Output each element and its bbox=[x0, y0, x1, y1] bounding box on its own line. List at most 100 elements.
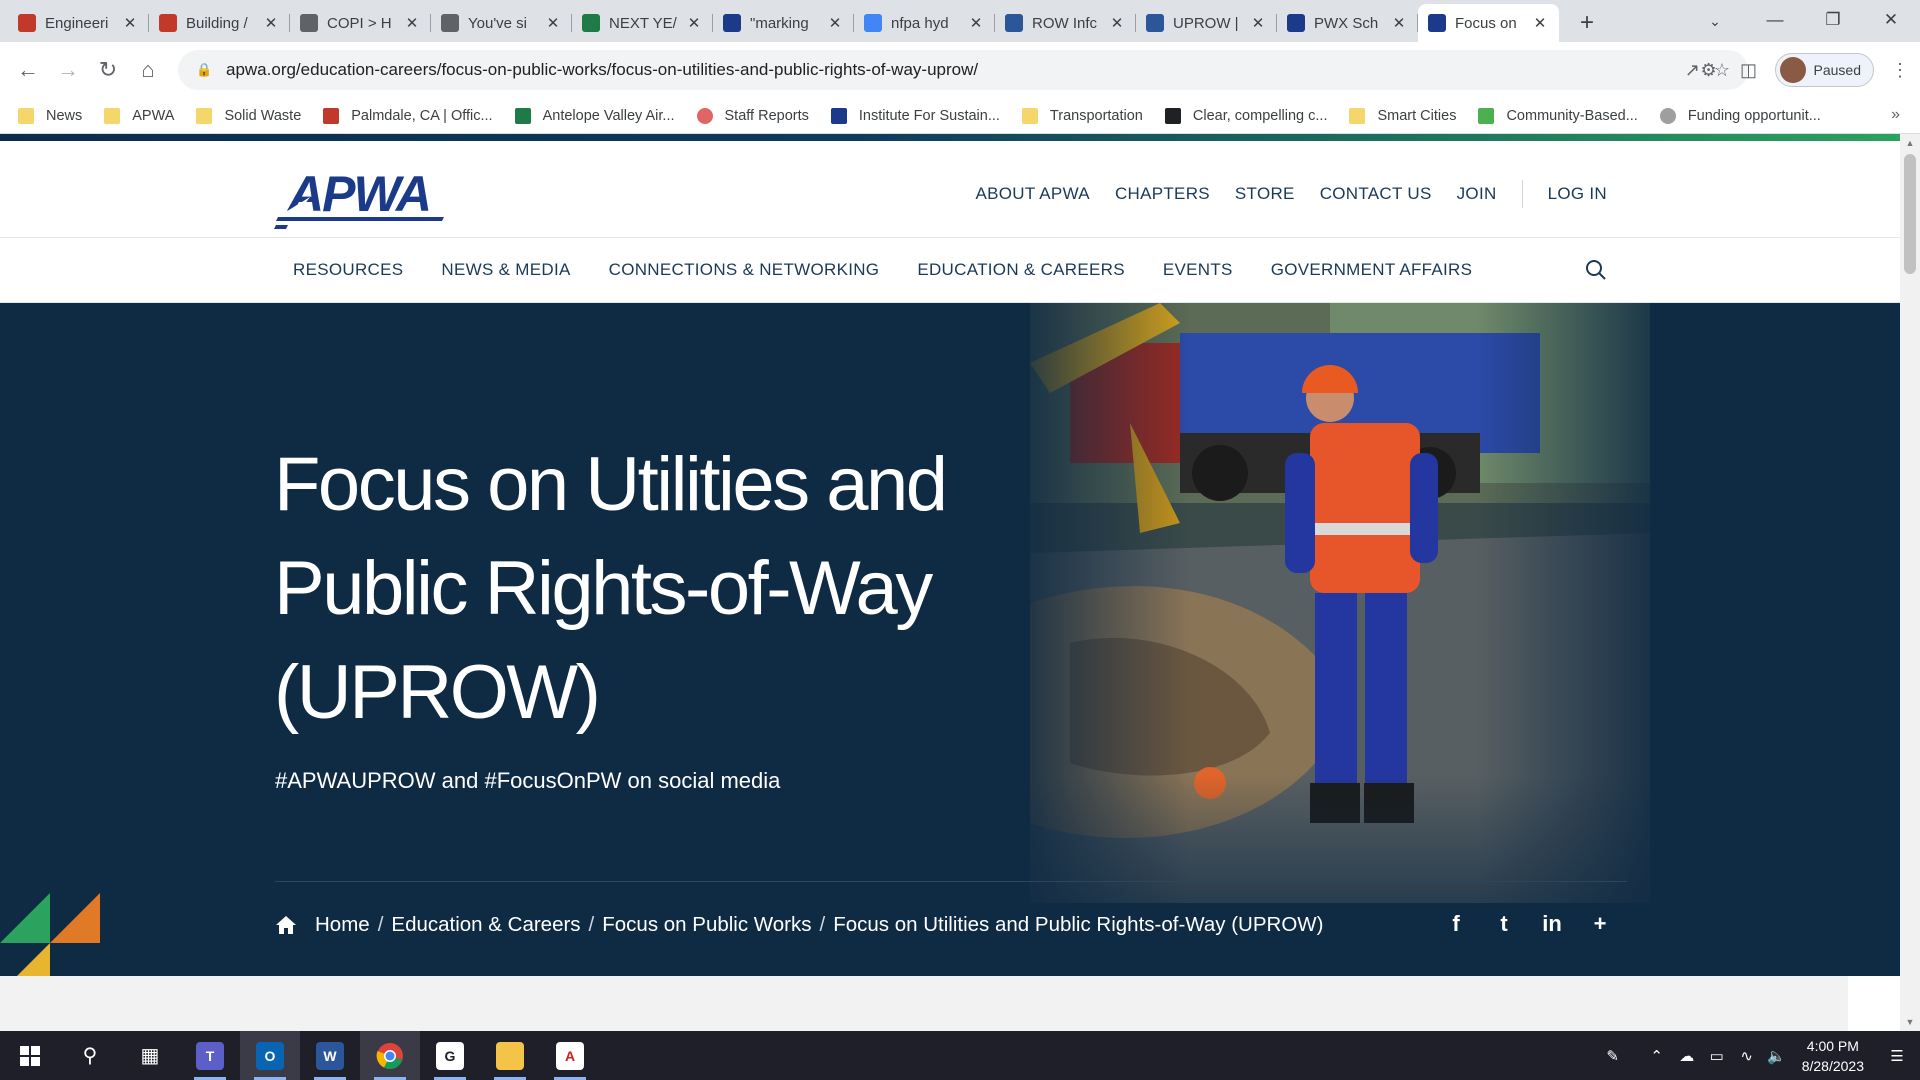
browser-tab[interactable]: COPI > H ✕ bbox=[290, 4, 431, 42]
browser-tab[interactable]: "marking ✕ bbox=[713, 4, 854, 42]
breadcrumb-focus-on-public-works[interactable]: Focus on Public Works bbox=[602, 913, 811, 937]
profile-button[interactable]: Paused bbox=[1774, 53, 1874, 87]
outlook-app[interactable]: O bbox=[240, 1031, 300, 1080]
scroll-down-arrow-icon[interactable]: ▼ bbox=[1900, 1017, 1920, 1027]
chevron-up-icon[interactable]: ⌃ bbox=[1642, 1047, 1672, 1065]
tab-close-icon[interactable]: ✕ bbox=[826, 14, 844, 32]
tab-title: COPI > H bbox=[327, 14, 392, 32]
apwa-logo[interactable]: APWA bbox=[274, 166, 448, 234]
taskbar-search-icon[interactable]: ⚲ bbox=[60, 1031, 120, 1080]
start-button[interactable] bbox=[0, 1031, 60, 1080]
word-app[interactable]: W bbox=[300, 1031, 360, 1080]
battery-icon[interactable]: ▭ bbox=[1702, 1047, 1732, 1065]
volume-icon[interactable]: 🔈 bbox=[1762, 1047, 1792, 1065]
tab-close-icon[interactable]: ✕ bbox=[262, 14, 280, 32]
bookmark-item[interactable]: APWA bbox=[104, 107, 174, 124]
tab-close-icon[interactable]: ✕ bbox=[1249, 14, 1267, 32]
bookmark-item[interactable]: Institute For Sustain... bbox=[830, 107, 1000, 124]
clock[interactable]: 4:00 PM 8/28/2023 bbox=[1802, 1036, 1864, 1076]
bookmark-item[interactable]: News bbox=[18, 107, 82, 124]
nav-news-media[interactable]: NEWS & MEDIA bbox=[441, 260, 570, 280]
minimize-button[interactable]: — bbox=[1746, 0, 1804, 40]
pen-icon[interactable]: ✎ bbox=[1598, 1047, 1628, 1065]
browser-tab[interactable]: Focus on ✕ bbox=[1418, 4, 1559, 42]
forward-button[interactable]: → bbox=[48, 50, 88, 90]
tab-close-icon[interactable]: ✕ bbox=[544, 14, 562, 32]
nav-education-careers[interactable]: EDUCATION & CAREERS bbox=[917, 260, 1125, 280]
browser-tab[interactable]: You've si ✕ bbox=[431, 4, 572, 42]
side-panel-icon[interactable]: ◫ bbox=[1729, 50, 1769, 90]
file-explorer-app[interactable] bbox=[480, 1031, 540, 1080]
nav-government-affairs[interactable]: GOVERNMENT AFFAIRS bbox=[1271, 260, 1473, 280]
bookmark-item[interactable]: Smart Cities bbox=[1349, 107, 1456, 124]
bookmark-item[interactable]: Antelope Valley Air... bbox=[514, 107, 675, 124]
menu-kebab-icon[interactable]: ⋮ bbox=[1880, 50, 1920, 90]
bookmark-item[interactable]: Palmdale, CA | Offic... bbox=[323, 107, 493, 124]
bookmark-item[interactable]: Funding opportunit... bbox=[1659, 107, 1821, 124]
nav-connections-networking[interactable]: CONNECTIONS & NETWORKING bbox=[609, 260, 880, 280]
browser-tab[interactable]: NEXT YE/ ✕ bbox=[572, 4, 713, 42]
close-window-button[interactable]: ✕ bbox=[1862, 0, 1920, 40]
twitter-icon[interactable]: t bbox=[1493, 911, 1515, 937]
onedrive-icon[interactable]: ☁ bbox=[1672, 1047, 1702, 1065]
more-share-icon[interactable]: + bbox=[1589, 911, 1611, 937]
more-bookmarks-icon[interactable]: » bbox=[1891, 106, 1900, 124]
reload-button[interactable]: ↻ bbox=[88, 50, 128, 90]
home-icon[interactable] bbox=[275, 915, 297, 935]
browser-tab[interactable]: ROW Infc ✕ bbox=[995, 4, 1136, 42]
tab-close-icon[interactable]: ✕ bbox=[403, 14, 421, 32]
tab-close-icon[interactable]: ✕ bbox=[121, 14, 139, 32]
nav-contact-us[interactable]: CONTACT US bbox=[1320, 184, 1432, 204]
bookmark-item[interactable]: Clear, compelling c... bbox=[1164, 107, 1327, 124]
page-viewport: APWA ABOUT APWA CHAPTERS STORE CONTACT U… bbox=[0, 134, 1920, 1031]
bookmark-item[interactable]: Solid Waste bbox=[196, 107, 301, 124]
task-view-icon[interactable]: ▦ bbox=[120, 1031, 180, 1080]
new-tab-button[interactable]: + bbox=[1569, 4, 1605, 42]
page-scrollbar[interactable]: ▲ ▼ bbox=[1900, 134, 1920, 1031]
restore-button[interactable]: ❐ bbox=[1804, 0, 1862, 40]
breadcrumb-home[interactable]: Home bbox=[315, 913, 370, 937]
bookmark-item[interactable]: Staff Reports bbox=[696, 107, 809, 124]
search-icon[interactable] bbox=[1584, 258, 1608, 282]
login-link[interactable]: LOG IN bbox=[1548, 184, 1607, 204]
facebook-icon[interactable]: f bbox=[1445, 911, 1467, 937]
top-accent-bar bbox=[0, 134, 1900, 141]
browser-tab[interactable]: PWX Sch ✕ bbox=[1277, 4, 1418, 42]
breadcrumb-separator: / bbox=[588, 913, 595, 936]
browser-tab[interactable]: nfpa hyd ✕ bbox=[854, 4, 995, 42]
tab-close-icon[interactable]: ✕ bbox=[1108, 14, 1126, 32]
bookmark-item[interactable]: Transportation bbox=[1021, 107, 1143, 124]
home-button[interactable]: ⌂ bbox=[128, 50, 168, 90]
nav-chapters[interactable]: CHAPTERS bbox=[1115, 184, 1210, 204]
scroll-up-arrow-icon[interactable]: ▲ bbox=[1900, 138, 1920, 148]
tab-title: Focus on bbox=[1455, 14, 1517, 32]
browser-tab[interactable]: Engineeri ✕ bbox=[8, 4, 149, 42]
wifi-icon[interactable]: ∿ bbox=[1732, 1047, 1762, 1065]
bookmark-label: Staff Reports bbox=[724, 107, 809, 124]
bookmark-item[interactable]: Community-Based... bbox=[1478, 107, 1638, 124]
browser-tab[interactable]: Building / ✕ bbox=[149, 4, 290, 42]
nav-events[interactable]: EVENTS bbox=[1163, 260, 1233, 280]
tab-close-icon[interactable]: ✕ bbox=[685, 14, 703, 32]
nav-about-apwa[interactable]: ABOUT APWA bbox=[975, 184, 1089, 204]
browser-tab[interactable]: UPROW | ✕ bbox=[1136, 4, 1277, 42]
back-button[interactable]: ← bbox=[8, 50, 48, 90]
tab-close-icon[interactable]: ✕ bbox=[967, 14, 985, 32]
teams-app[interactable]: T bbox=[180, 1031, 240, 1080]
acrobat-app[interactable]: A bbox=[540, 1031, 600, 1080]
notifications-icon[interactable]: ☰ bbox=[1882, 1047, 1912, 1065]
tab-close-icon[interactable]: ✕ bbox=[1531, 14, 1549, 32]
linkedin-icon[interactable]: in bbox=[1541, 911, 1563, 937]
chrome-app[interactable] bbox=[360, 1031, 420, 1080]
extensions-icon[interactable]: ⚙ bbox=[1689, 50, 1729, 90]
breadcrumb-education-careers[interactable]: Education & Careers bbox=[391, 913, 580, 937]
nav-join[interactable]: JOIN bbox=[1457, 184, 1497, 204]
scrollbar-thumb[interactable] bbox=[1904, 154, 1916, 274]
tab-close-icon[interactable]: ✕ bbox=[1390, 14, 1408, 32]
nav-store[interactable]: STORE bbox=[1235, 184, 1295, 204]
tab-search-button[interactable]: ⌄ bbox=[1700, 6, 1730, 36]
favicon-icon bbox=[1478, 107, 1495, 124]
address-bar[interactable]: 🔒 apwa.org/education-careers/focus-on-pu… bbox=[178, 50, 1748, 90]
nav-resources[interactable]: RESOURCES bbox=[293, 260, 403, 280]
g-app[interactable]: G bbox=[420, 1031, 480, 1080]
